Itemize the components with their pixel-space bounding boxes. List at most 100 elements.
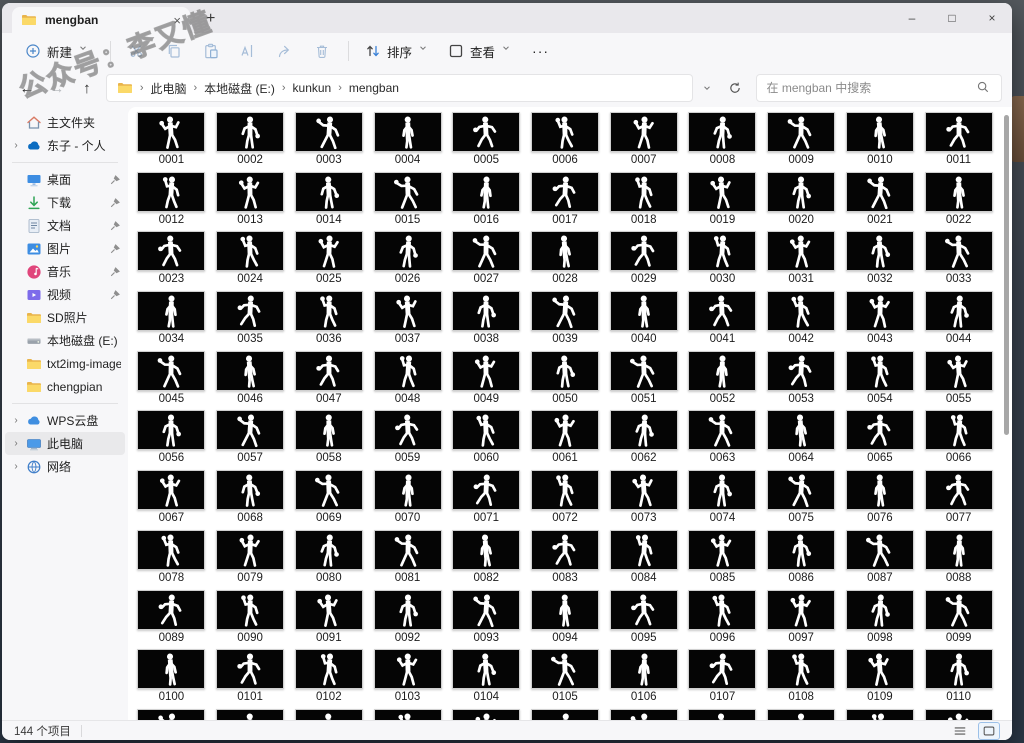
file-item[interactable]: 0068 (211, 470, 290, 530)
file-item[interactable]: 0063 (683, 410, 762, 470)
share-button[interactable] (268, 38, 302, 64)
back-button[interactable]: ← (12, 80, 42, 97)
file-item[interactable]: 0059 (368, 410, 447, 470)
file-item[interactable]: 0014 (289, 171, 368, 232)
file-item[interactable]: 0109 (841, 649, 920, 709)
file-item[interactable]: 0047 (289, 350, 368, 411)
file-item[interactable]: 0105 (526, 649, 605, 709)
file-item[interactable] (368, 708, 447, 720)
file-item[interactable]: 0017 (526, 171, 605, 232)
file-item[interactable]: 0070 (368, 470, 447, 530)
file-item[interactable]: 0038 (447, 291, 526, 351)
file-item[interactable]: 0110 (919, 649, 998, 709)
file-item[interactable]: 0054 (841, 350, 920, 411)
file-item[interactable]: 0053 (762, 350, 841, 411)
file-item[interactable]: 0007 (604, 112, 683, 172)
file-item[interactable]: 0090 (211, 589, 290, 650)
file-item[interactable]: 0019 (683, 171, 762, 232)
sidebar-item-东子 - 个人[interactable]: › 东子 - 个人 (5, 134, 125, 157)
file-item[interactable]: 0004 (368, 112, 447, 172)
file-item[interactable]: 0042 (762, 291, 841, 351)
sidebar-item-主文件夹[interactable]: 主文件夹 (5, 111, 125, 134)
sidebar-item-下载[interactable]: 下载 (5, 191, 125, 214)
sidebar-item-视频[interactable]: 视频 (5, 283, 125, 306)
file-item[interactable]: 0084 (604, 529, 683, 590)
file-item[interactable] (211, 708, 290, 720)
file-item[interactable]: 0058 (289, 410, 368, 470)
address-dropdown-chevron-icon[interactable] (693, 83, 721, 93)
file-item[interactable]: 0057 (211, 410, 290, 470)
file-item[interactable] (289, 708, 368, 720)
file-item[interactable]: 0026 (368, 231, 447, 291)
file-item[interactable]: 0079 (211, 529, 290, 590)
cut-button[interactable] (120, 38, 154, 64)
file-item[interactable] (526, 708, 605, 720)
file-item[interactable]: 0092 (368, 589, 447, 650)
sort-button[interactable]: 排序 (358, 37, 441, 66)
sidebar-item-WPS云盘[interactable]: › WPS云盘 (5, 409, 125, 432)
file-item[interactable]: 0064 (762, 410, 841, 470)
breadcrumb[interactable]: › 此电脑 › 本地磁盘 (E:) › kunkun › mengban (105, 74, 693, 102)
file-item[interactable]: 0045 (132, 350, 211, 411)
file-item[interactable]: 0006 (526, 112, 605, 172)
file-item[interactable]: 0010 (841, 112, 920, 172)
file-item[interactable]: 0069 (289, 470, 368, 530)
search-box[interactable] (756, 74, 1002, 102)
file-item[interactable]: 0056 (132, 410, 211, 470)
file-item[interactable]: 0098 (841, 589, 920, 650)
maximize-button[interactable]: □ (932, 11, 972, 25)
delete-button[interactable] (305, 38, 339, 64)
file-item[interactable]: 0095 (604, 589, 683, 650)
sidebar-item-图片[interactable]: 图片 (5, 237, 125, 260)
file-item[interactable]: 0044 (919, 291, 998, 351)
file-item[interactable]: 0034 (132, 291, 211, 351)
file-item[interactable]: 0081 (368, 529, 447, 590)
file-item[interactable]: 0101 (211, 649, 290, 709)
details-view-icon[interactable] (949, 722, 971, 740)
copy-button[interactable] (157, 38, 191, 64)
file-item[interactable]: 0073 (604, 470, 683, 530)
file-item[interactable]: 0022 (919, 171, 998, 232)
file-item[interactable]: 0106 (604, 649, 683, 709)
file-item[interactable]: 0065 (841, 410, 920, 470)
file-item[interactable]: 0020 (762, 171, 841, 232)
file-item[interactable]: 0005 (447, 112, 526, 172)
breadcrumb-item[interactable]: 本地磁盘 (E:) (204, 80, 275, 97)
file-item[interactable]: 0067 (132, 470, 211, 530)
file-item[interactable]: 0077 (919, 470, 998, 530)
file-item[interactable]: 0102 (289, 649, 368, 709)
refresh-icon[interactable] (721, 81, 749, 95)
file-item[interactable]: 0043 (841, 291, 920, 351)
file-item[interactable]: 0103 (368, 649, 447, 709)
file-item[interactable]: 0061 (526, 410, 605, 470)
file-item[interactable]: 0018 (604, 171, 683, 232)
sidebar-item-SD照片[interactable]: SD照片 (5, 306, 125, 329)
thumbnail-view-icon[interactable] (978, 721, 1000, 740)
new-tab-button[interactable]: + (206, 11, 215, 33)
file-item[interactable]: 0039 (526, 291, 605, 351)
file-item[interactable]: 0003 (289, 112, 368, 172)
file-item[interactable]: 0035 (211, 291, 290, 351)
file-item[interactable]: 0012 (132, 171, 211, 232)
file-item[interactable] (762, 708, 841, 720)
file-item[interactable]: 0041 (683, 291, 762, 351)
file-item[interactable]: 0029 (604, 231, 683, 291)
file-item[interactable]: 0016 (447, 171, 526, 232)
file-item[interactable]: 0015 (368, 171, 447, 232)
up-button[interactable]: ↑ (72, 80, 102, 97)
chevron-right-icon[interactable]: › (11, 415, 21, 426)
file-item[interactable]: 0080 (289, 529, 368, 590)
file-item[interactable]: 0032 (841, 231, 920, 291)
file-item[interactable]: 0087 (841, 529, 920, 590)
file-item[interactable]: 0027 (447, 231, 526, 291)
sidebar-item-chengpian[interactable]: chengpian (5, 375, 125, 398)
file-item[interactable]: 0060 (447, 410, 526, 470)
vertical-scrollbar[interactable] (1004, 115, 1009, 435)
tab-mengban[interactable]: mengban × (12, 7, 190, 33)
file-item[interactable]: 0078 (132, 529, 211, 590)
search-input[interactable] (766, 81, 970, 95)
file-item[interactable]: 0023 (132, 231, 211, 291)
file-item[interactable]: 0001 (132, 112, 211, 172)
file-item[interactable]: 0083 (526, 529, 605, 590)
breadcrumb-item[interactable]: kunkun (293, 81, 332, 95)
